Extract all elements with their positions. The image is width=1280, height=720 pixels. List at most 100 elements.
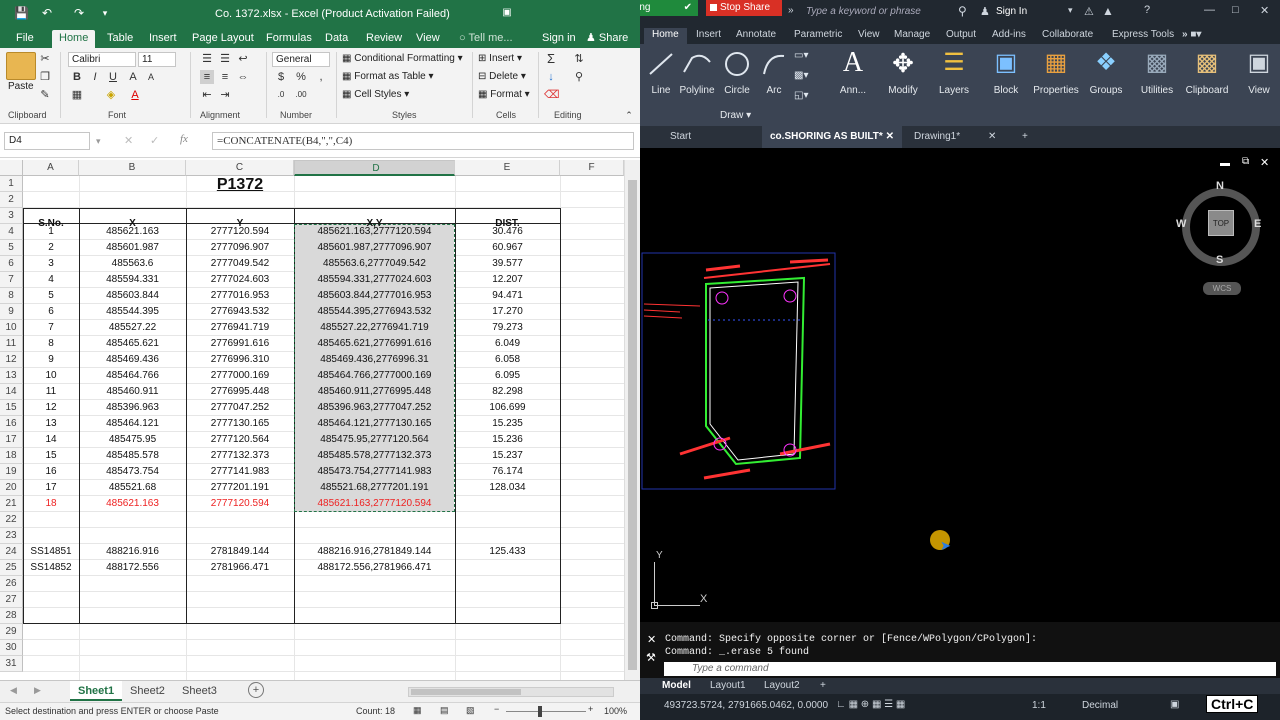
x-cell[interactable]: 485563.6 xyxy=(79,256,186,272)
ac-tab-home[interactable]: Home xyxy=(644,28,687,44)
sno-cell[interactable]: SS14851 xyxy=(23,544,79,560)
row-header[interactable]: 19 xyxy=(0,464,23,480)
row-header[interactable]: 30 xyxy=(0,640,23,656)
sno-cell[interactable]: 6 xyxy=(23,304,79,320)
comma-style-icon[interactable]: , xyxy=(314,70,328,84)
sno-cell[interactable]: 12 xyxy=(23,400,79,416)
paste-button[interactable]: Paste xyxy=(8,80,34,94)
grid-snap-icons[interactable]: ∟ ▦ ⊕ ▦ ☰ ▦ xyxy=(836,699,905,710)
dist-cell[interactable]: 30.476 xyxy=(455,224,560,240)
x-cell[interactable]: 485464.766 xyxy=(79,368,186,384)
line-tool[interactable]: Line xyxy=(646,48,676,118)
row-header[interactable]: 10 xyxy=(0,320,23,336)
sheet-title-cell[interactable]: P1372 xyxy=(186,174,294,196)
sheet-tab-sheet2[interactable]: Sheet2 xyxy=(122,681,173,701)
page-layout-view-icon[interactable]: ▤ xyxy=(440,705,449,716)
units-display[interactable]: Decimal xyxy=(1082,700,1118,711)
search-icon[interactable]: ⚲ xyxy=(958,4,967,18)
x-cell[interactable]: 485475.95 xyxy=(79,432,186,448)
borders-icon[interactable]: ▦ xyxy=(70,88,84,102)
y-cell[interactable]: 2776995.448 xyxy=(186,384,294,400)
xy-cell[interactable]: 485464.766,2777000.169 xyxy=(294,368,455,384)
command-input[interactable]: Type a command xyxy=(664,662,1276,676)
save-icon[interactable]: 💾 xyxy=(14,6,29,20)
tab-page-layout[interactable]: Page Layout xyxy=(188,30,258,48)
row-header[interactable]: 29 xyxy=(0,624,23,640)
utilities-tool[interactable]: ▩ Utilities xyxy=(1136,48,1178,118)
y-cell[interactable]: 2777120.594 xyxy=(186,496,294,512)
fill-color-icon[interactable]: ◈ xyxy=(104,88,118,102)
sno-cell[interactable]: 1 xyxy=(23,224,79,240)
x-cell[interactable]: 485469.436 xyxy=(79,352,186,368)
enter-icon[interactable]: ✓ xyxy=(150,134,159,147)
sign-in-dropdown-icon[interactable]: ▾ xyxy=(1068,5,1073,16)
xy-cell[interactable]: 485521.68,2777201.191 xyxy=(294,480,455,496)
close-icon[interactable]: ✕ xyxy=(1260,4,1269,17)
y-cell[interactable]: 2777120.564 xyxy=(186,432,294,448)
row-header[interactable]: 8 xyxy=(0,288,23,304)
restore-icon[interactable]: □ xyxy=(1232,4,1239,16)
y-cell[interactable]: 2776941.719 xyxy=(186,320,294,336)
sno-cell[interactable]: 4 xyxy=(23,272,79,288)
xy-cell[interactable]: 485563.6,2777049.542 xyxy=(294,256,455,272)
formula-input[interactable]: =CONCATENATE(B4,",",C4) xyxy=(212,132,634,150)
xy-cell[interactable]: 485464.121,2777130.165 xyxy=(294,416,455,432)
y-cell[interactable]: 2776991.616 xyxy=(186,336,294,352)
xy-cell[interactable]: 485601.987,2777096.907 xyxy=(294,240,455,256)
x-cell[interactable]: 485465.621 xyxy=(79,336,186,352)
add-layout-icon[interactable]: + xyxy=(814,678,832,694)
row-header[interactable]: 20 xyxy=(0,480,23,496)
sno-cell[interactable]: 8 xyxy=(23,336,79,352)
expand-toolbar-icon[interactable]: » xyxy=(788,5,794,16)
zoom-out-icon[interactable]: − xyxy=(494,704,499,714)
row-header[interactable]: 31 xyxy=(0,656,23,672)
dist-cell[interactable]: 79.273 xyxy=(455,320,560,336)
x-cell[interactable]: 485464.121 xyxy=(79,416,186,432)
dist-cell[interactable]: 94.471 xyxy=(455,288,560,304)
y-cell[interactable]: 2777049.542 xyxy=(186,256,294,272)
xy-cell[interactable]: 485460.911,2776995.448 xyxy=(294,384,455,400)
x-cell[interactable]: 485527.22 xyxy=(79,320,186,336)
font-size-select[interactable]: 11 xyxy=(138,52,176,67)
redo-icon[interactable]: ↷ xyxy=(72,6,86,20)
font-name-select[interactable]: Calibri xyxy=(68,52,136,67)
xy-cell[interactable]: 485485.578,2777132.373 xyxy=(294,448,455,464)
row-header[interactable]: 15 xyxy=(0,400,23,416)
row-header[interactable]: 25 xyxy=(0,560,23,576)
copy-icon[interactable]: ❐ xyxy=(38,70,52,84)
zoom-level[interactable]: 100% xyxy=(604,706,627,716)
ac-tab-output[interactable]: Output xyxy=(946,28,976,44)
x-cell[interactable]: 488172.556 xyxy=(79,560,186,576)
viewcube-top-face[interactable]: TOP xyxy=(1208,210,1234,236)
row-header[interactable]: 24 xyxy=(0,544,23,560)
layout2-tab[interactable]: Layout2 xyxy=(758,678,806,694)
increase-decimal-icon[interactable]: .0 xyxy=(274,88,288,102)
conditional-formatting-button[interactable]: ▦ Conditional Formatting ▾ xyxy=(342,52,463,66)
sno-cell[interactable]: 13 xyxy=(23,416,79,432)
sno-cell[interactable]: 7 xyxy=(23,320,79,336)
xy-cell[interactable]: 485594.331,2777024.603 xyxy=(294,272,455,288)
row-header[interactable]: 5 xyxy=(0,240,23,256)
help-icon[interactable]: ? xyxy=(1144,4,1150,16)
tab-home[interactable]: Home xyxy=(52,30,96,48)
tab-insert[interactable]: Insert xyxy=(145,30,181,48)
increase-font-icon[interactable]: A xyxy=(126,70,140,84)
name-box[interactable]: D4 xyxy=(4,132,90,150)
increase-indent-icon[interactable]: ⇥ xyxy=(218,88,232,102)
x-cell[interactable]: 488216.916 xyxy=(79,544,186,560)
vertical-scrollbar[interactable] xyxy=(624,160,640,680)
row-header[interactable]: 22 xyxy=(0,512,23,528)
dist-cell[interactable]: 128.034 xyxy=(455,480,560,496)
xy-cell[interactable]: 485544.395,2776943.532 xyxy=(294,304,455,320)
name-box-dropdown-icon[interactable]: ▾ xyxy=(96,136,101,147)
scroll-thumb[interactable] xyxy=(628,180,637,670)
viewport-minimize-icon[interactable]: ▬ xyxy=(1220,158,1230,169)
collapse-ribbon-icon[interactable]: ⌃ xyxy=(622,108,636,122)
align-center-icon[interactable]: ≡ xyxy=(218,70,232,84)
cut-icon[interactable]: ✂ xyxy=(38,52,52,66)
insert-function-icon[interactable]: fx xyxy=(180,133,188,145)
row-header[interactable]: 9 xyxy=(0,304,23,320)
find-select-icon[interactable]: ⚲ xyxy=(572,70,586,84)
sno-cell[interactable]: 9 xyxy=(23,352,79,368)
x-cell[interactable]: 485485.578 xyxy=(79,448,186,464)
